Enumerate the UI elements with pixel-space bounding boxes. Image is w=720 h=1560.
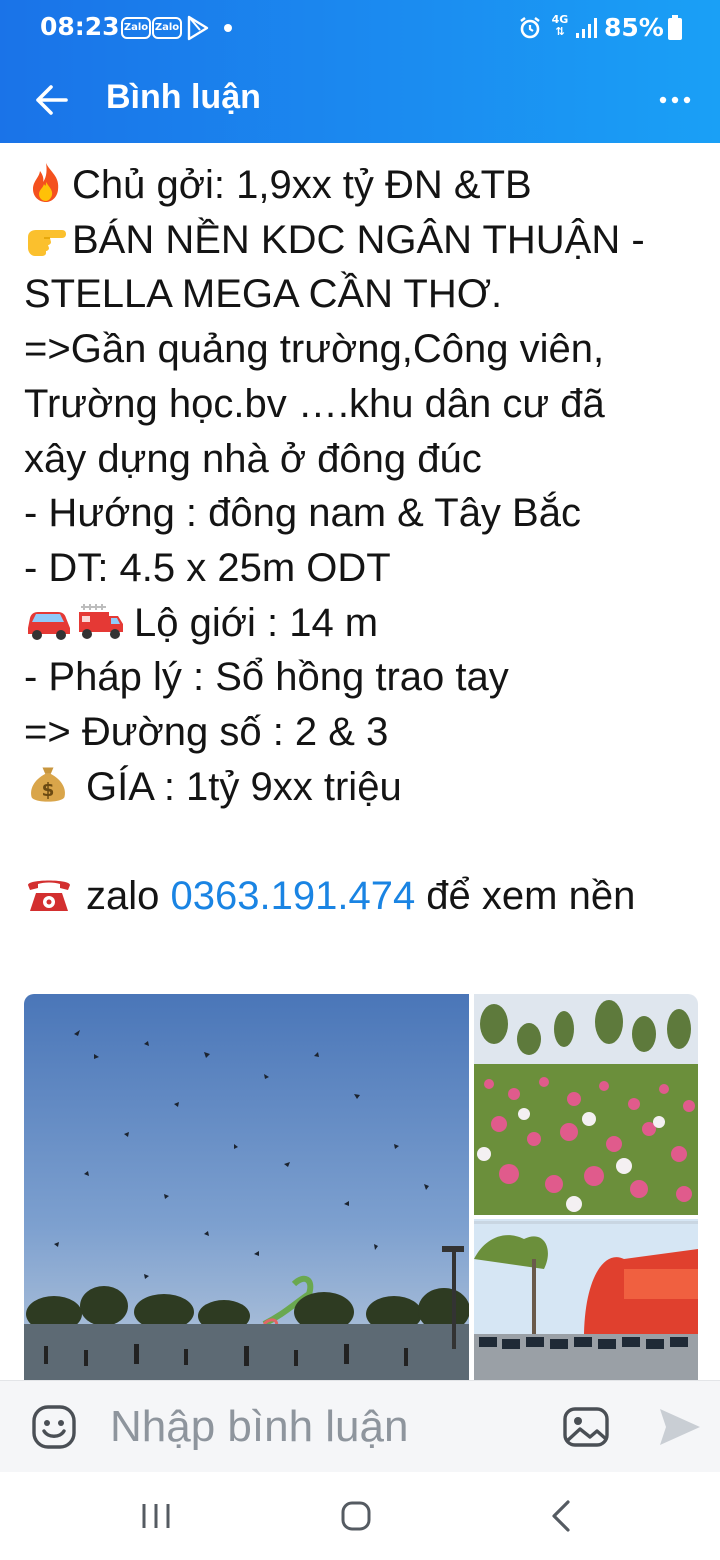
telephone-emoji-icon <box>28 880 70 912</box>
post-line: xây dựng nhà ở đông đúc <box>24 436 482 481</box>
photo-grid <box>24 994 698 1380</box>
comment-input[interactable] <box>110 1395 530 1459</box>
kites-over-park-photo[interactable] <box>24 994 469 1380</box>
phone-number-link[interactable]: 0363.191.474 <box>171 874 416 918</box>
recent-apps-icon[interactable] <box>138 1498 174 1534</box>
battery-icon <box>668 15 682 40</box>
notification-dot-icon <box>224 24 232 32</box>
emoji-sticker-icon[interactable] <box>30 1403 78 1451</box>
back-arrow-icon[interactable] <box>26 76 78 124</box>
post-line: Trường học.bv ….khu dân cư đã <box>24 381 605 426</box>
fire-emoji-icon <box>33 163 59 202</box>
system-back-icon[interactable] <box>546 1498 576 1534</box>
post-line: => Đường số : 2 & 3 <box>24 710 389 755</box>
send-icon[interactable] <box>656 1405 702 1449</box>
svg-text:$: $ <box>42 780 55 801</box>
post-line: BÁN NỀN KDC NGÂN THUẬN - <box>24 213 704 268</box>
network-type-icon: 4G ⇅ <box>551 13 569 38</box>
comment-bar <box>0 1380 720 1472</box>
post-line: =>Gần quảng trường,Công viên, <box>24 327 605 372</box>
pointing-hand-emoji-icon <box>28 229 66 256</box>
alarm-icon <box>520 17 540 39</box>
post-line: - DT: 4.5 x 25m ODT <box>24 545 391 590</box>
post-line: - Hướng : đông nam & Tây Bắc <box>24 491 581 536</box>
battery-percentage: 85% <box>604 13 664 42</box>
page-title: Bình luận <box>106 78 261 116</box>
fire-truck-emoji-icon <box>79 603 123 639</box>
zalo-notification-icon: Zalo <box>121 17 151 39</box>
post-line: STELLA MEGA CẦN THƠ. <box>24 272 503 317</box>
more-options-icon[interactable] <box>650 80 700 120</box>
status-time: 08:23 <box>40 12 120 41</box>
money-bag-emoji-icon: $ <box>31 767 65 802</box>
post-line: Chủ gởi: 1,9xx tỷ ĐN &TB <box>24 158 704 213</box>
post-line: Lộ giới : 14 m <box>24 596 704 651</box>
signal-icon <box>576 18 597 38</box>
post-line: zalo 0363.191.474 để xem nền <box>24 869 704 924</box>
flower-field-photo[interactable] <box>474 994 698 1215</box>
top-bar: 08:23 Zalo Zalo 4G ⇅ 85% Bình luận <box>0 0 720 143</box>
entrance-gate-photo[interactable] <box>474 1219 698 1380</box>
car-emoji-icon <box>28 611 70 640</box>
zalo-notification-icon: Zalo <box>152 17 182 39</box>
app-header: Bình luận <box>0 58 720 143</box>
play-store-icon <box>187 15 209 41</box>
home-icon[interactable] <box>338 1498 374 1534</box>
post-line: - Pháp lý : Sổ hồng trao tay <box>24 655 509 700</box>
system-navigation-bar <box>0 1472 720 1560</box>
image-attach-icon[interactable] <box>562 1403 610 1451</box>
post-line: $ GÍA : 1tỷ 9xx triệu <box>24 760 704 815</box>
post-content: Chủ gởi: 1,9xx tỷ ĐN &TB BÁN NỀN KDC NGÂ… <box>24 158 704 924</box>
status-bar: 08:23 Zalo Zalo 4G ⇅ 85% <box>0 0 720 58</box>
